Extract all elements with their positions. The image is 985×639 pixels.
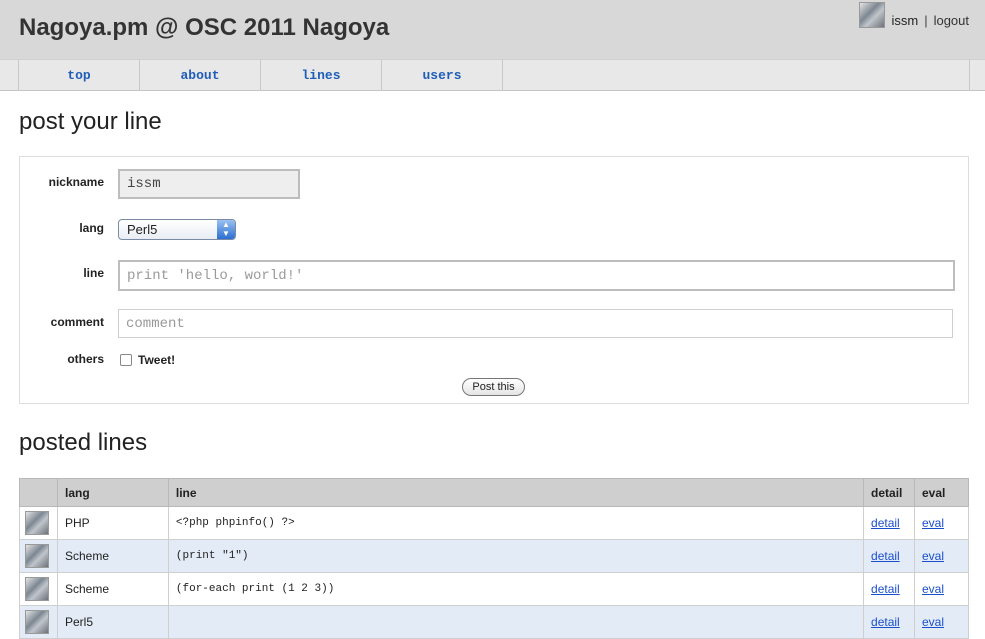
tab-users[interactable]: users	[381, 60, 502, 91]
avatar[interactable]	[859, 1, 886, 28]
site-header: Nagoya.pm @ OSC 2011 Nagoya issm | logou…	[0, 0, 985, 59]
site-title: Nagoya.pm @ OSC 2011 Nagoya	[19, 14, 390, 41]
posted-lines-table: lang line detail eval PHP <?php phpinfo(…	[19, 478, 970, 639]
col-eval: eval	[913, 478, 970, 507]
detail-link[interactable]: detail	[871, 615, 900, 629]
avatar[interactable]	[25, 577, 49, 601]
row-lang: Scheme	[56, 539, 169, 573]
row-lang: Perl5	[56, 605, 169, 639]
post-form: nickname issm lang Perl5 ▲ ▼ line print '…	[19, 156, 969, 404]
lang-label: lang	[79, 221, 104, 235]
detail-link[interactable]: detail	[871, 582, 900, 596]
table-header-row: lang line detail eval	[19, 478, 970, 507]
row-line: (for-each print (1 2 3))	[167, 572, 865, 606]
detail-link[interactable]: detail	[871, 516, 900, 530]
col-detail: detail	[863, 478, 915, 507]
form-heading: post your line	[19, 108, 162, 135]
avatar[interactable]	[25, 511, 49, 535]
logout-link[interactable]: logout	[934, 13, 969, 28]
col-line: line	[167, 478, 865, 507]
main-nav: top about lines users	[0, 59, 985, 91]
nickname-field[interactable]: issm	[118, 169, 300, 199]
select-arrows-icon: ▲ ▼	[217, 220, 235, 239]
col-lang: lang	[56, 478, 169, 507]
avatar[interactable]	[25, 544, 49, 568]
lang-select[interactable]: Perl5 ▲ ▼	[118, 219, 236, 240]
tab-about[interactable]: about	[139, 60, 260, 91]
tweet-checkbox[interactable]	[120, 354, 132, 366]
posted-heading: posted lines	[19, 429, 148, 456]
user-box: issm | logout	[859, 1, 969, 28]
tab-lines[interactable]: lines	[260, 60, 381, 91]
eval-link[interactable]: eval	[922, 516, 944, 530]
line-label: line	[83, 266, 104, 280]
row-lang: Scheme	[56, 572, 169, 606]
row-lang: PHP	[56, 506, 169, 540]
username[interactable]: issm	[891, 13, 918, 28]
row-line	[167, 605, 865, 639]
separator: |	[924, 13, 928, 28]
tweet-option[interactable]: Tweet!	[120, 353, 175, 367]
lang-select-value: Perl5	[127, 222, 158, 237]
table-row: PHP <?php phpinfo() ?> detail eval	[19, 506, 970, 540]
detail-link[interactable]: detail	[871, 549, 900, 563]
nav-divider	[502, 60, 503, 91]
eval-link[interactable]: eval	[922, 582, 944, 596]
eval-link[interactable]: eval	[922, 549, 944, 563]
eval-link[interactable]: eval	[922, 615, 944, 629]
nav-divider	[969, 60, 970, 91]
line-input[interactable]: print 'hello, world!'	[118, 260, 955, 291]
col-avatar	[19, 478, 58, 507]
table-row: Scheme (for-each print (1 2 3)) detail e…	[19, 572, 970, 606]
post-button[interactable]: Post this	[462, 378, 525, 396]
table-row: Perl5 detail eval	[19, 605, 970, 639]
comment-label: comment	[50, 315, 104, 329]
row-line: <?php phpinfo() ?>	[167, 506, 865, 540]
nickname-label: nickname	[48, 175, 104, 189]
tweet-label: Tweet!	[138, 353, 176, 367]
row-line: (print "1")	[167, 539, 865, 573]
tab-top[interactable]: top	[18, 60, 139, 91]
comment-input[interactable]: comment	[118, 309, 953, 338]
avatar[interactable]	[25, 610, 49, 634]
others-label: others	[67, 352, 104, 366]
table-row: Scheme (print "1") detail eval	[19, 539, 970, 573]
